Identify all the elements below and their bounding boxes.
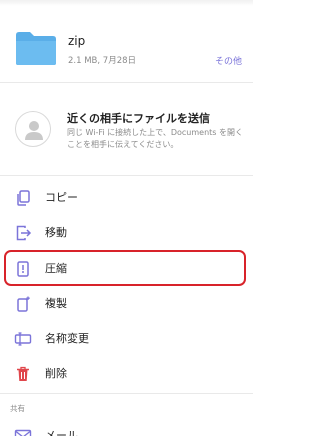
file-name: zip (68, 34, 86, 48)
copy-icon (17, 190, 30, 206)
mail-label: メール (45, 429, 78, 436)
file-meta: 2.1 MB, 7月28日 (68, 56, 137, 66)
mail-icon (14, 429, 32, 436)
copy-label: コピー (45, 191, 78, 204)
avatar-placeholder-icon (15, 111, 51, 147)
nearby-description: 同じ Wi-Fi に接続した上で、Documents を開くことを相手に伝えてく… (67, 128, 244, 149)
mail-action[interactable]: メール (0, 418, 253, 436)
compress-highlight-box (4, 250, 246, 286)
nearby-title: 近くの相手にファイルを送信 (67, 112, 210, 125)
duplicate-icon (17, 296, 30, 312)
divider (0, 82, 253, 83)
action-sheet: zip 2.1 MB, 7月28日 その他 近くの相手にファイルを送信 同じ W… (0, 0, 253, 436)
delete-icon (17, 366, 29, 381)
file-header: zip 2.1 MB, 7月28日 その他 (0, 14, 253, 76)
rename-icon (14, 332, 32, 346)
rename-label: 名称変更 (45, 332, 89, 345)
delete-action[interactable]: 削除 (0, 356, 253, 390)
folder-icon (16, 32, 56, 65)
duplicate-action[interactable]: 複製 (0, 286, 253, 320)
top-shadow (0, 0, 253, 6)
copy-action[interactable]: コピー (0, 180, 253, 214)
more-link[interactable]: その他 (215, 54, 242, 67)
rename-action[interactable]: 名称変更 (0, 321, 253, 355)
move-action[interactable]: 移動 (0, 215, 253, 249)
duplicate-label: 複製 (45, 297, 67, 310)
divider (0, 175, 253, 176)
move-label: 移動 (45, 226, 67, 239)
divider (0, 393, 253, 394)
nearby-send-row[interactable]: 近くの相手にファイルを送信 同じ Wi-Fi に接続した上で、Documents… (0, 96, 253, 168)
delete-label: 削除 (45, 367, 67, 380)
move-icon (16, 225, 32, 241)
share-section-label: 共有 (10, 404, 25, 413)
